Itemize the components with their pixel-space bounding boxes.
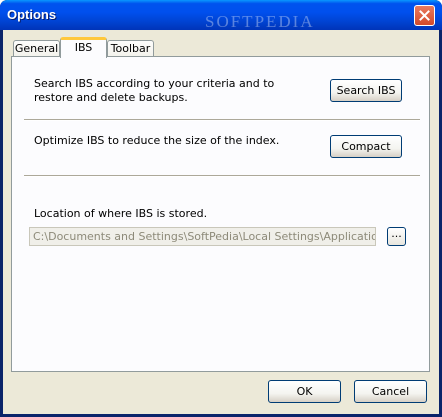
close-icon [419, 10, 430, 21]
title-bar[interactable]: Options SOFTPEDIA [0, 0, 442, 31]
search-ibs-button[interactable]: Search IBS [330, 79, 402, 102]
tab-general[interactable]: General [13, 40, 60, 57]
location-path-field[interactable]: C:\Documents and Settings\SoftPedia\Loca… [29, 227, 376, 246]
tab-toolbar[interactable]: Toolbar [107, 40, 154, 57]
ibs-tab-panel: Search IBS according to your criteria an… [11, 56, 430, 372]
search-description: Search IBS according to your criteria an… [34, 77, 275, 104]
browse-button[interactable]: ... [387, 227, 406, 246]
compact-button[interactable]: Compact [330, 135, 402, 158]
tab-ibs[interactable]: IBS [60, 37, 107, 58]
separator [24, 119, 420, 121]
window-title: Options [7, 7, 57, 22]
location-label: Location of where IBS is stored. [34, 207, 208, 220]
close-button[interactable] [414, 5, 435, 26]
options-window: Options SOFTPEDIA General IBS Toolbar Se… [0, 0, 442, 417]
dialog-body: General IBS Toolbar Search IBS according… [3, 30, 439, 414]
separator [24, 175, 420, 177]
ok-button[interactable]: OK [268, 380, 341, 403]
optimize-description: Optimize IBS to reduce the size of the i… [34, 134, 280, 147]
cancel-button[interactable]: Cancel [354, 380, 427, 403]
watermark: SOFTPEDIA [205, 12, 315, 31]
